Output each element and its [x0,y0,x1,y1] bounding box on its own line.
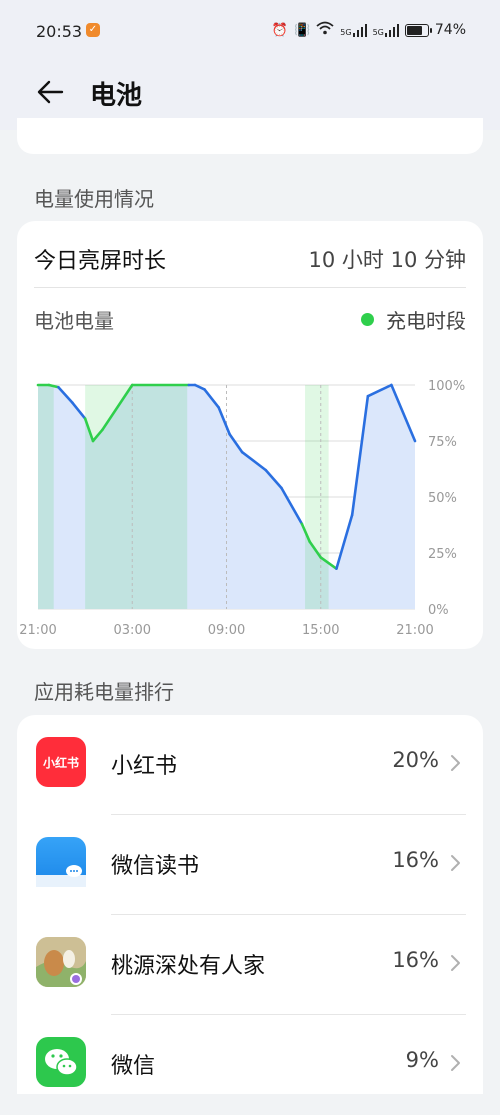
x-tick-label: 15:00 [302,623,339,638]
notification-app-icon: ✓ [86,23,100,37]
app-name: 微信读书 [111,854,200,879]
app-name: 桃源深处有人家 [111,954,266,979]
charging-period-band [305,385,329,609]
y-tick-label: 0% [428,603,449,618]
battery-level-chart[interactable]: 100% 75% 50% 25% 0% 21:00 03:00 09:00 15:00 21:00 [17,351,483,643]
charging-period-band [85,385,188,609]
list-item[interactable]: 小红书 小红书 20% [17,715,483,815]
x-tick-label: 21:00 [19,623,56,638]
taoyuan-game-icon [36,937,86,987]
app-name: 微信 [111,1054,156,1079]
weread-icon [36,837,86,887]
chevron-right-icon [451,955,460,971]
x-tick-label: 03:00 [114,623,151,638]
x-tick-label: 09:00 [208,623,245,638]
screen-time-row[interactable]: 今日亮屏时长 10 小时 10 分钟 [34,239,466,279]
chevron-right-icon [451,855,460,871]
section-title-ranking: 应用耗电量排行 [34,680,174,704]
vibrate-icon: 📳 [294,22,311,38]
battery-chart-label: 电池电量 [34,309,114,333]
list-item[interactable]: 桃源深处有人家 16% [17,915,483,1015]
cellular-signal-1-icon: 5G [340,23,367,37]
app-usage-percent: 20% [392,748,439,772]
y-tick-label: 75% [428,435,457,450]
app-name: 小红书 [111,754,178,779]
screen-time-label: 今日亮屏时长 [34,249,167,274]
back-arrow-icon[interactable] [36,77,66,107]
list-item[interactable]: 微信 9% [17,1015,483,1115]
app-usage-percent: 9% [405,1048,439,1072]
status-icons: ⏰ 📳 5G 5G 74% [272,21,466,39]
page-title: 电池 [90,81,143,111]
xiaohongshu-icon: 小红书 [36,737,86,787]
screen-time-value: 10 小时 10 分钟 [308,248,466,272]
wifi-icon [316,21,334,39]
status-bar: 20:53 ✓ ⏰ 📳 5G 5G 74% [0,0,500,62]
charging-legend-label: 充电时段 [386,309,466,333]
list-item[interactable]: 微信读书 16% [17,815,483,915]
battery-usage-card: 今日亮屏时长 10 小时 10 分钟 电池电量 充电时段 100% 75% 50% 2… [17,221,483,649]
y-tick-label: 50% [428,491,457,506]
app-ranking-list: 小红书 小红书 20% 微信读书 16% 桃源深处有人家 16% 微信 9% [17,715,483,1094]
chart-legend: 充电时段 [361,305,466,334]
chevron-right-icon [451,1055,460,1071]
charging-legend-dot [361,313,374,326]
alarm-icon: ⏰ [271,22,289,38]
chevron-right-icon [451,755,460,771]
charging-period-band [38,385,54,609]
wechat-icon [36,1037,86,1087]
battery-icon [404,23,432,37]
cellular-signal-2-icon: 5G [373,23,399,37]
previous-card-bottom [17,118,483,154]
app-usage-percent: 16% [392,848,439,872]
x-tick-label: 21:00 [396,623,433,638]
y-tick-label: 25% [428,547,457,562]
divider [34,287,466,288]
y-tick-label: 100% [428,379,465,394]
section-title-usage: 电量使用情况 [34,187,154,211]
battery-chart-header: 电池电量 充电时段 [34,305,466,334]
app-usage-percent: 16% [392,948,439,972]
status-time: 20:53 [36,22,83,41]
battery-percent: 74% [434,22,466,38]
